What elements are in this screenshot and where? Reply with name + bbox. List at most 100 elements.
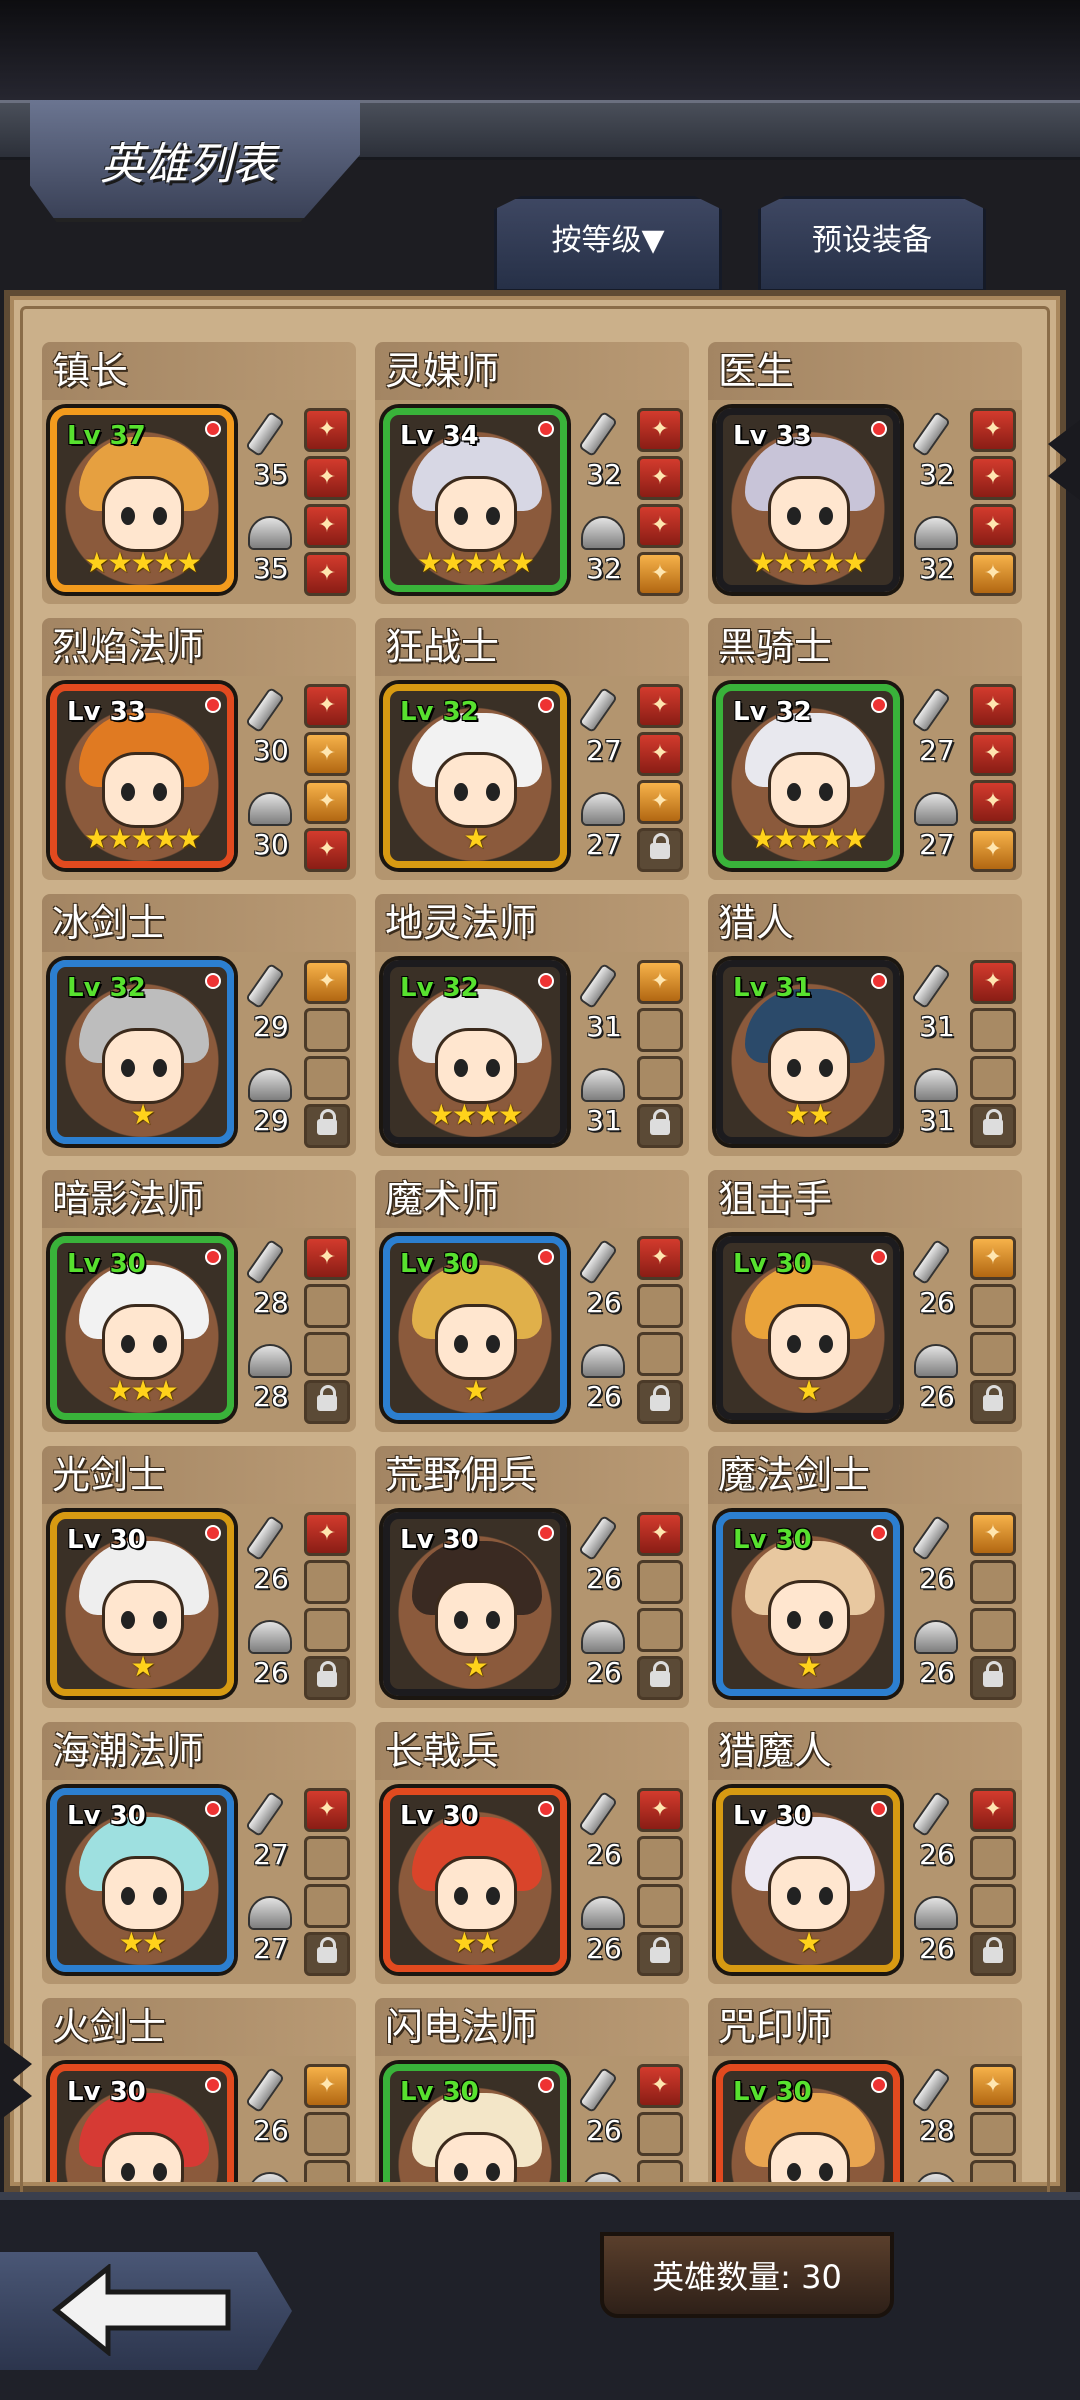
equipment-slot[interactable] (970, 1332, 1016, 1376)
equipment-slot[interactable]: ✦ (304, 828, 350, 872)
hero-card[interactable]: 猎人 Lv 31 ★★ 31 31 ✦ (708, 894, 1022, 1156)
equipment-slot[interactable]: ✦ (970, 732, 1016, 776)
equipment-slot[interactable]: ✦ (637, 456, 683, 500)
equipment-slot[interactable]: ✦ (637, 504, 683, 548)
equipment-slot[interactable] (637, 1560, 683, 1604)
equipment-slot[interactable]: ✦ (304, 504, 350, 548)
equipment-slot[interactable]: ✦ (304, 1788, 350, 1832)
hero-card[interactable]: 灵媒师 Lv 34 ★★★★★ 32 32 ✦ ✦ ✦ ✦ (375, 342, 689, 604)
hero-portrait[interactable]: Lv 30 ★ (383, 1236, 567, 1420)
equipment-slot[interactable]: ✦ (970, 780, 1016, 824)
equipment-slot[interactable]: ✦ (970, 828, 1016, 872)
hero-card[interactable]: 地灵法师 Lv 32 ★★★★ 31 31 ✦ (375, 894, 689, 1156)
equipment-slot[interactable] (970, 1008, 1016, 1052)
equipment-slot[interactable] (637, 1836, 683, 1880)
equipment-slot[interactable]: ✦ (637, 960, 683, 1004)
equipment-slot[interactable]: ✦ (304, 2064, 350, 2108)
equipment-slot[interactable] (304, 2160, 350, 2182)
hero-card[interactable]: 光剑士 Lv 30 ★ 26 26 ✦ (42, 1446, 356, 1708)
equipment-slot[interactable] (637, 2112, 683, 2156)
equipment-slot[interactable] (304, 1656, 350, 1700)
equipment-slot[interactable] (637, 828, 683, 872)
equipment-slot[interactable]: ✦ (304, 456, 350, 500)
hero-portrait[interactable]: Lv 30 ★ (383, 1512, 567, 1696)
hero-card[interactable]: 海潮法师 Lv 30 ★★ 27 27 ✦ (42, 1722, 356, 1984)
hero-portrait[interactable]: Lv 33 ★★★★★ (716, 408, 900, 592)
hero-card[interactable]: 长戟兵 Lv 30 ★★ 26 26 ✦ (375, 1722, 689, 1984)
hero-card[interactable]: 火剑士 Lv 30 26 ✦ (42, 1998, 356, 2182)
equipment-slot[interactable]: ✦ (970, 504, 1016, 548)
equipment-slot[interactable] (970, 1560, 1016, 1604)
equipment-slot[interactable] (304, 1104, 350, 1148)
equipment-slot[interactable]: ✦ (637, 1512, 683, 1556)
equipment-slot[interactable] (970, 2160, 1016, 2182)
equipment-slot[interactable]: ✦ (970, 2064, 1016, 2108)
hero-portrait[interactable]: Lv 30 ★ (50, 1512, 234, 1696)
equipment-slot[interactable]: ✦ (637, 408, 683, 452)
preset-equipment-button[interactable]: 预设装备 (758, 196, 986, 292)
equipment-slot[interactable] (970, 1656, 1016, 1700)
equipment-slot[interactable]: ✦ (970, 1788, 1016, 1832)
equipment-slot[interactable] (637, 2160, 683, 2182)
hero-portrait[interactable]: Lv 32 ★★★★ (383, 960, 567, 1144)
hero-portrait[interactable]: Lv 34 ★★★★★ (383, 408, 567, 592)
equipment-slot[interactable] (637, 1056, 683, 1100)
hero-portrait[interactable]: Lv 30 (50, 2064, 234, 2182)
equipment-slot[interactable] (637, 1656, 683, 1700)
hero-portrait[interactable]: Lv 30 ★ (716, 1236, 900, 1420)
hero-card[interactable]: 暗影法师 Lv 30 ★★★ 28 28 ✦ (42, 1170, 356, 1432)
equipment-slot[interactable] (637, 1608, 683, 1652)
equipment-slot[interactable] (304, 1560, 350, 1604)
equipment-slot[interactable] (637, 1284, 683, 1328)
equipment-slot[interactable]: ✦ (970, 1236, 1016, 1280)
equipment-slot[interactable] (970, 2112, 1016, 2156)
equipment-slot[interactable] (304, 1608, 350, 1652)
equipment-slot[interactable]: ✦ (304, 780, 350, 824)
equipment-slot[interactable] (304, 1056, 350, 1100)
equipment-slot[interactable] (637, 1104, 683, 1148)
equipment-slot[interactable]: ✦ (970, 552, 1016, 596)
equipment-slot[interactable] (637, 1884, 683, 1928)
hero-portrait[interactable]: Lv 37 ★★★★★ (50, 408, 234, 592)
equipment-slot[interactable]: ✦ (304, 684, 350, 728)
equipment-slot[interactable] (304, 1008, 350, 1052)
equipment-slot[interactable]: ✦ (637, 684, 683, 728)
hero-portrait[interactable]: Lv 30 ★ (716, 1788, 900, 1972)
equipment-slot[interactable] (637, 1332, 683, 1376)
equipment-slot[interactable] (304, 1884, 350, 1928)
equipment-slot[interactable] (970, 1104, 1016, 1148)
equipment-slot[interactable]: ✦ (637, 780, 683, 824)
hero-portrait[interactable]: Lv 30 ★★ (50, 1788, 234, 1972)
equipment-slot[interactable]: ✦ (637, 552, 683, 596)
equipment-slot[interactable] (304, 2112, 350, 2156)
hero-portrait[interactable]: Lv 31 ★★ (716, 960, 900, 1144)
equipment-slot[interactable] (970, 1932, 1016, 1976)
equipment-slot[interactable] (304, 1380, 350, 1424)
equipment-slot[interactable]: ✦ (304, 408, 350, 452)
hero-portrait[interactable]: Lv 30 (383, 2064, 567, 2182)
equipment-slot[interactable] (304, 1836, 350, 1880)
equipment-slot[interactable] (637, 1008, 683, 1052)
equipment-slot[interactable] (304, 1932, 350, 1976)
equipment-slot[interactable] (304, 1332, 350, 1376)
equipment-slot[interactable] (970, 1380, 1016, 1424)
hero-portrait[interactable]: Lv 32 ★ (50, 960, 234, 1144)
hero-portrait[interactable]: Lv 30 (716, 2064, 900, 2182)
hero-card[interactable]: 烈焰法师 Lv 33 ★★★★★ 30 30 ✦ ✦ ✦ ✦ (42, 618, 356, 880)
equipment-slot[interactable] (637, 1932, 683, 1976)
equipment-slot[interactable]: ✦ (637, 732, 683, 776)
hero-portrait[interactable]: Lv 30 ★★ (383, 1788, 567, 1972)
equipment-slot[interactable]: ✦ (970, 1512, 1016, 1556)
equipment-slot[interactable] (970, 1284, 1016, 1328)
hero-portrait[interactable]: Lv 30 ★ (716, 1512, 900, 1696)
equipment-slot[interactable]: ✦ (637, 1236, 683, 1280)
hero-grid[interactable]: 镇长 Lv 37 ★★★★★ 35 35 ✦ ✦ ✦ ✦ 灵媒师 Lv 34 ★… (42, 342, 1038, 2182)
equipment-slot[interactable]: ✦ (304, 960, 350, 1004)
equipment-slot[interactable]: ✦ (970, 408, 1016, 452)
hero-card[interactable]: 冰剑士 Lv 32 ★ 29 29 ✦ (42, 894, 356, 1156)
equipment-slot[interactable] (304, 1284, 350, 1328)
hero-card[interactable]: 魔术师 Lv 30 ★ 26 26 ✦ (375, 1170, 689, 1432)
equipment-slot[interactable]: ✦ (304, 1236, 350, 1280)
hero-card[interactable]: 咒印师 Lv 30 28 ✦ (708, 1998, 1022, 2182)
equipment-slot[interactable] (637, 1380, 683, 1424)
